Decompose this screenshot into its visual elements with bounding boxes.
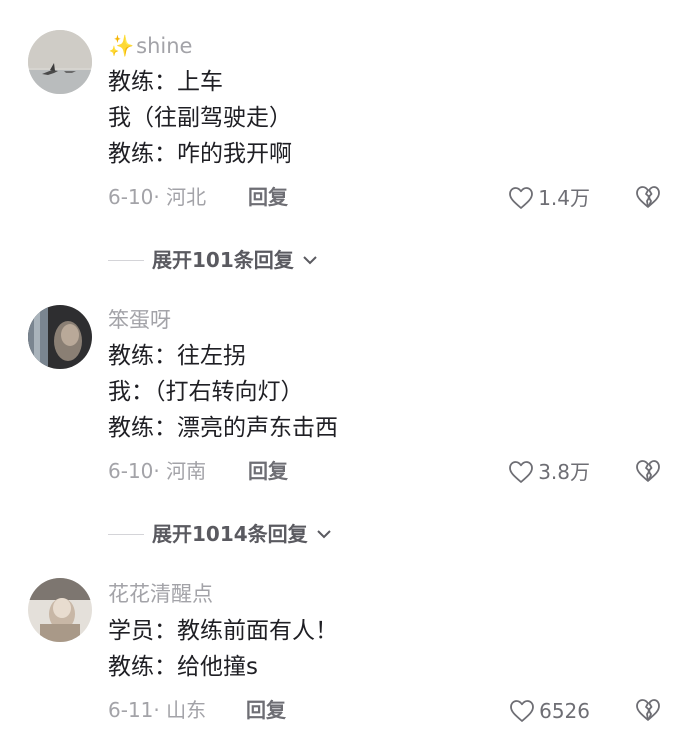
like-count: 3.8万 [538,460,590,484]
heart-outline-icon [509,699,535,723]
avatar[interactable] [28,30,92,94]
username-text: shine [136,34,193,58]
comment-line: 我（往副驾驶走） [108,105,292,131]
reply-button[interactable]: 回复 [248,183,288,211]
reply-button[interactable]: 回复 [248,457,288,485]
chevron-down-icon [302,251,318,270]
like-button[interactable]: 3.8万 [508,458,590,486]
expand-replies[interactable]: 展开1014条回复 [108,520,332,548]
username[interactable]: 花花清醒点 [108,580,213,608]
like-button[interactable]: 1.4万 [508,184,590,212]
avatar[interactable] [28,305,92,369]
comment-line: 教练：咋的我开啊 [108,141,292,167]
divider [108,259,144,261]
date-location: 6-11· 山东 [108,698,207,722]
username[interactable]: ✨shine [108,32,192,60]
broken-heart-icon [634,184,662,210]
username[interactable]: 笨蛋呀 [108,306,171,334]
comment-line: 教练：漂亮的声东击西 [108,415,338,441]
broken-heart-icon [634,458,662,484]
like-count: 6526 [539,699,590,723]
sparkle-icon: ✨ [108,34,135,58]
divider [108,533,144,535]
dislike-button[interactable] [634,697,662,725]
comment-line: 学员：教练前面有人！ [108,618,338,644]
expand-replies-label: 展开101条回复 [152,248,294,272]
dislike-button[interactable] [634,458,662,486]
chevron-down-icon [316,525,332,544]
broken-heart-icon [634,697,662,723]
dislike-button[interactable] [634,184,662,212]
reply-button[interactable]: 回复 [246,696,286,724]
expand-replies[interactable]: 展开101条回复 [108,246,318,274]
like-button[interactable]: 6526 [509,697,590,725]
like-count: 1.4万 [538,186,590,210]
date-location: 6-10· 河北 [108,185,207,209]
avatar[interactable] [28,578,92,642]
date-location: 6-10· 河南 [108,459,207,483]
comment-line: 教练：往左拐 [108,343,246,369]
heart-outline-icon [508,460,534,484]
comment-line: 我：（打右转向灯） [108,379,304,405]
heart-outline-icon [508,186,534,210]
comment-line: 教练：上车 [108,69,223,95]
comment-line: 教练：给他撞s [108,654,258,680]
expand-replies-label: 展开1014条回复 [152,522,308,546]
